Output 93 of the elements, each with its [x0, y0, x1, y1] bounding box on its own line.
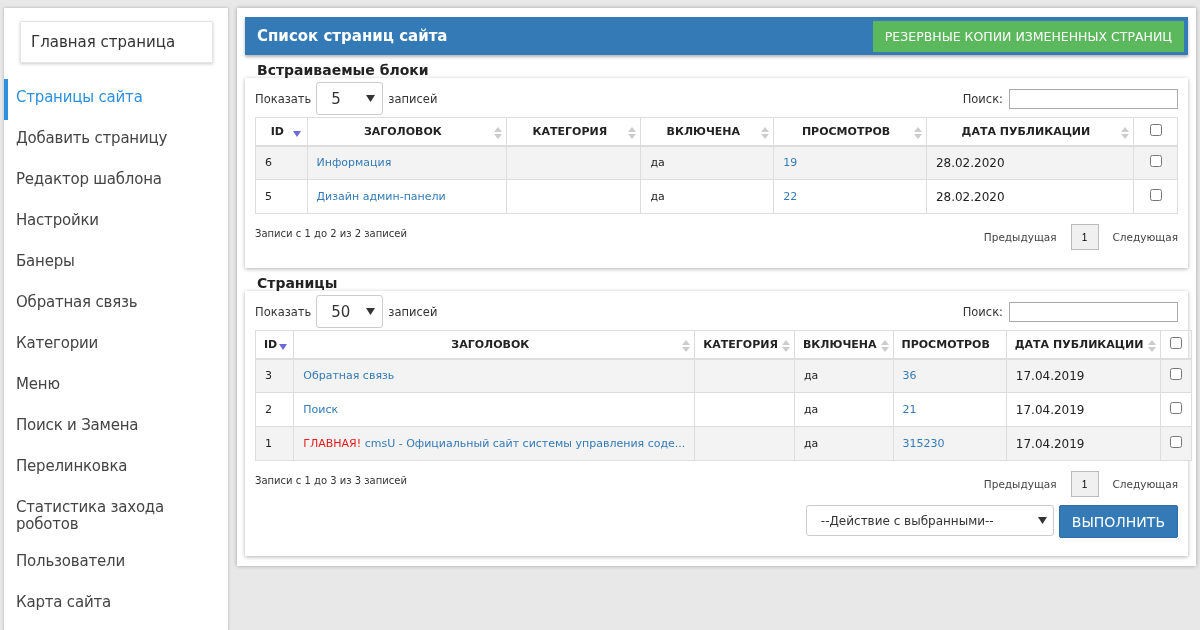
sidebar-item[interactable]: Банеры	[4, 243, 228, 284]
execute-button[interactable]: ВЫПОЛНИТЬ	[1058, 505, 1178, 538]
views-link[interactable]: 22	[783, 190, 798, 203]
page-button[interactable]: 1	[1070, 224, 1099, 250]
page-button[interactable]: 1	[1070, 471, 1099, 497]
sort-down-icon	[292, 131, 301, 137]
records-label: записей	[388, 91, 438, 106]
show-label: Показать	[255, 91, 312, 106]
table-cell: да	[794, 426, 893, 461]
next-link[interactable]: Следующая	[1112, 478, 1178, 490]
previous-link[interactable]: Предыдущая	[983, 478, 1057, 490]
caret-icon	[1037, 517, 1047, 524]
column-header[interactable]: ВКЛЮЧЕНА	[640, 117, 774, 146]
sidebar-item[interactable]: Категории	[4, 325, 228, 366]
select-all-checkbox[interactable]	[1169, 336, 1182, 349]
table-cell: 3	[255, 358, 294, 393]
next-link[interactable]: Следующая	[1112, 231, 1178, 243]
records-info: Записи с 1 до 3 из 3 записей	[255, 475, 407, 486]
column-header[interactable]: ДАТА ПУБЛИКАЦИИ	[1006, 330, 1160, 359]
table-cell: да	[640, 145, 774, 180]
column-header[interactable]: КАТЕГОРИЯ	[694, 330, 795, 359]
select-all-checkbox[interactable]	[1149, 123, 1162, 136]
row-checkbox[interactable]	[1169, 402, 1182, 414]
column-header[interactable]: ЗАГОЛОВОК	[293, 330, 695, 359]
sidebar-item[interactable]: Меню	[4, 366, 228, 407]
sidebar-item[interactable]: Обратная связь	[4, 284, 228, 325]
page-size-select[interactable]: 50	[316, 295, 384, 328]
records-label: записей	[388, 304, 438, 319]
sort-icon	[628, 127, 637, 139]
column-header[interactable]: ДАТА ПУБЛИКАЦИИ	[926, 117, 1134, 146]
page-title: Список страниц сайта	[257, 27, 448, 45]
sidebar-item[interactable]: Редактор шаблона	[4, 161, 228, 202]
section-title: Встраиваемые блоки	[257, 62, 430, 78]
row-checkbox[interactable]	[1149, 189, 1162, 201]
home-button[interactable]: Главная страница	[20, 21, 213, 63]
sort-icon	[1147, 340, 1156, 352]
table-cell: 17.04.2019	[1006, 358, 1160, 393]
caret-icon	[366, 308, 376, 315]
table-cell: 6	[255, 145, 307, 180]
row-checkbox[interactable]	[1169, 436, 1182, 448]
previous-link[interactable]: Предыдущая	[983, 231, 1057, 243]
search-label: Поиск:	[962, 91, 1003, 106]
views-link[interactable]: 315230	[902, 437, 945, 450]
sidebar-item[interactable]: Пользователи	[4, 543, 228, 584]
sidebar-item[interactable]: Настройки	[4, 202, 228, 243]
records-info: Записи с 1 до 2 из 2 записей	[255, 228, 407, 239]
sort-icon	[761, 127, 770, 139]
show-label: Показать	[255, 304, 312, 319]
search-label: Поиск:	[962, 304, 1003, 319]
caret-icon	[366, 95, 376, 102]
sidebar-item[interactable]: Поиск и Замена	[4, 407, 228, 448]
table-cell: да	[794, 392, 893, 427]
sort-down-icon	[279, 344, 288, 350]
sidebar-item[interactable]: Страницы сайта	[4, 79, 228, 120]
action-select[interactable]: --Действие с выбранными--	[805, 505, 1054, 536]
title-link[interactable]: Информация	[316, 156, 392, 170]
search-field[interactable]	[1009, 301, 1178, 322]
sort-icon	[781, 340, 790, 352]
table-cell: да	[794, 358, 893, 393]
table-cell: 28.02.2020	[926, 179, 1134, 214]
views-link[interactable]: 36	[902, 369, 917, 383]
table-cell: 5	[255, 179, 307, 214]
column-header[interactable]: ПРОСМОТРОВ	[773, 117, 927, 146]
views-link[interactable]: 21	[902, 403, 917, 416]
table-cell: 1	[255, 426, 294, 461]
table-cell: 2	[255, 392, 294, 427]
sort-icon	[913, 127, 922, 139]
column-header[interactable]: ПРОСМОТРОВ	[893, 330, 1007, 359]
sidebar-item[interactable]: Статистика захода роботов	[4, 489, 228, 543]
sort-icon	[1121, 127, 1129, 139]
sort-icon	[682, 340, 691, 352]
sidebar-item[interactable]: Перелинковка	[4, 448, 228, 489]
column-header[interactable]: ID	[255, 330, 294, 359]
search-field[interactable]	[1009, 88, 1178, 109]
column-header[interactable]: ID	[255, 117, 307, 146]
title-link[interactable]: Обратная связь	[303, 369, 395, 383]
title-link[interactable]: Поиск	[303, 403, 339, 416]
table-cell: 28.02.2020	[926, 145, 1134, 180]
row-checkbox[interactable]	[1149, 155, 1162, 168]
views-link[interactable]: 19	[783, 156, 798, 170]
row-checkbox[interactable]	[1169, 368, 1182, 381]
sort-icon	[880, 340, 889, 352]
page-size-select[interactable]: 5	[316, 82, 384, 115]
column-header[interactable]: ВКЛЮЧЕНА	[794, 330, 893, 359]
sidebar-item[interactable]: Добавить страницу	[4, 120, 228, 161]
sort-icon	[494, 127, 503, 139]
table-cell: 17.04.2019	[1006, 426, 1160, 461]
table-cell: да	[640, 179, 774, 214]
column-header[interactable]: ЗАГОЛОВОК	[307, 117, 507, 146]
table-cell: 17.04.2019	[1006, 392, 1160, 427]
sidebar-item[interactable]: Карта сайта	[4, 584, 228, 625]
section-title: Страницы	[257, 275, 339, 291]
column-header[interactable]: КАТЕГОРИЯ	[506, 117, 641, 146]
